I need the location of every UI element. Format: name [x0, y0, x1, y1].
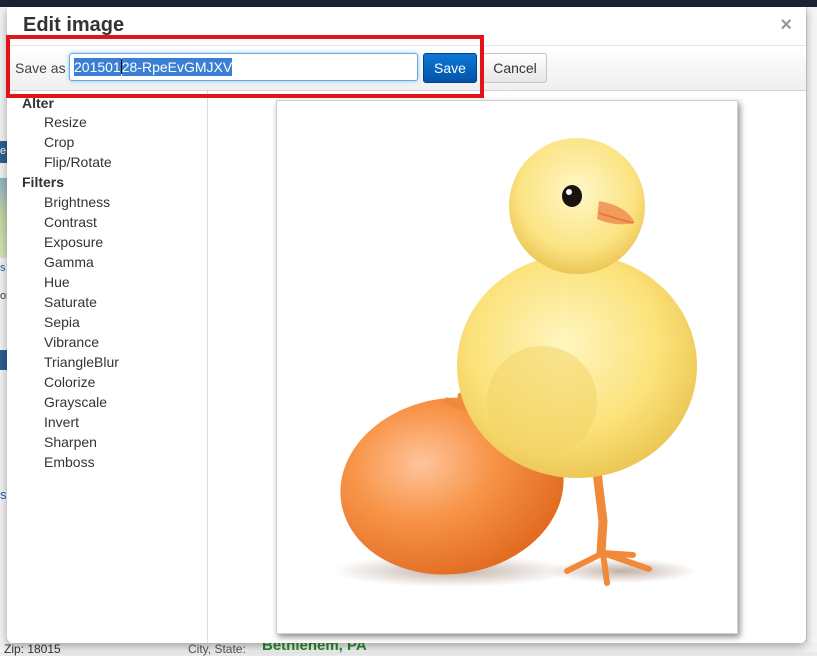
- menu-item-invert[interactable]: Invert: [44, 414, 79, 430]
- save-toolbar: Save as 20150128-RpeEvGMJXV Save Cancel: [7, 46, 806, 91]
- menu-item-saturate[interactable]: Saturate: [44, 294, 97, 310]
- background-left-strip: [0, 7, 7, 652]
- menu-heading-filters: Filters: [22, 174, 65, 190]
- background-zip: Zip: 18015: [4, 642, 61, 656]
- edit-image-dialog: Edit image × Save as 20150128-RpeEvGMJXV…: [7, 7, 806, 643]
- background-fragment: e: [0, 145, 7, 157]
- menu-item-vibrance[interactable]: Vibrance: [44, 334, 99, 350]
- menu-item-triangleblur[interactable]: TriangleBlur: [44, 354, 119, 370]
- dialog-header: Edit image ×: [7, 7, 806, 46]
- menu-item-emboss[interactable]: Emboss: [44, 454, 95, 470]
- menu-item-crop[interactable]: Crop: [44, 134, 74, 150]
- image-canvas-area: [208, 91, 806, 643]
- background-right-strip: [806, 7, 817, 652]
- menu-item-grayscale[interactable]: Grayscale: [44, 394, 107, 410]
- menu-item-sharpen[interactable]: Sharpen: [44, 434, 97, 450]
- menu-item-gamma[interactable]: Gamma: [44, 254, 94, 270]
- save-button[interactable]: Save: [423, 53, 477, 83]
- menu-heading-alter: Alter: [22, 95, 54, 111]
- image-preview: [276, 100, 738, 634]
- menu-item-flip-rotate[interactable]: Flip/Rotate: [44, 154, 112, 170]
- save-as-label: Save as: [15, 60, 66, 76]
- close-icon[interactable]: ×: [780, 15, 792, 35]
- edit-menu-sidebar: Alter Resize Crop Flip/Rotate Filters Br…: [7, 91, 208, 643]
- dialog-title: Edit image: [23, 14, 125, 36]
- background-bottom-strip: [0, 642, 817, 652]
- background-top-bar: [0, 0, 817, 7]
- menu-item-resize[interactable]: Resize: [44, 114, 87, 130]
- background-fragment-s: s: [0, 262, 6, 274]
- background-blue-tag-2: [0, 350, 7, 370]
- cancel-button[interactable]: Cancel: [483, 53, 547, 83]
- background-city-label: City, State:: [188, 642, 246, 656]
- menu-item-exposure[interactable]: Exposure: [44, 234, 103, 250]
- background-fragment-s2: s: [0, 487, 7, 502]
- menu-item-brightness[interactable]: Brightness: [44, 194, 110, 210]
- chick-and-egg-image: [277, 101, 737, 633]
- filename-selected-text-1: 201501: [74, 58, 121, 76]
- menu-item-colorize[interactable]: Colorize: [44, 374, 95, 390]
- filename-selected-text-2: 28-RpeEvGMJXV: [121, 58, 233, 76]
- menu-item-contrast[interactable]: Contrast: [44, 214, 97, 230]
- background-thumbnail: [0, 178, 7, 258]
- filename-input[interactable]: 20150128-RpeEvGMJXV: [69, 53, 418, 81]
- menu-item-hue[interactable]: Hue: [44, 274, 70, 290]
- menu-item-sepia[interactable]: Sepia: [44, 314, 80, 330]
